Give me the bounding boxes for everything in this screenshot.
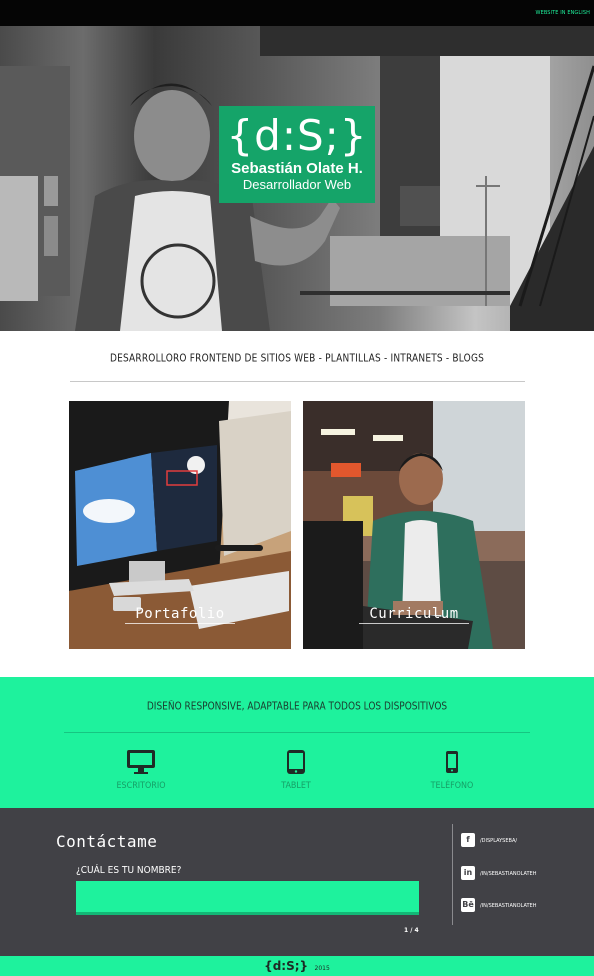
curriculum-card[interactable]: Curriculum xyxy=(303,401,525,649)
curriculum-underline xyxy=(359,623,469,624)
top-bar: WEBSITE IN ENGLISH xyxy=(0,0,594,26)
name-question-label: ¿CUÁL ES TU NOMBRE? xyxy=(76,865,182,877)
responsive-section: DISEÑO RESPONSIVE, ADAPTABLE PARA TODOS … xyxy=(0,677,594,808)
phone-icon xyxy=(446,751,458,773)
english-site-link[interactable]: WEBSITE IN ENGLISH xyxy=(536,10,590,16)
logo-box: {d:S;} Sebastián Olate H. Desarrollador … xyxy=(219,106,375,203)
social-divider xyxy=(452,824,453,925)
device-phone: TELÉFONO xyxy=(392,749,512,790)
site-logo: {d:S;} xyxy=(226,111,368,160)
curriculum-label: Curriculum xyxy=(369,606,459,622)
section-divider xyxy=(70,381,525,382)
footer: {d:S;} 2015 xyxy=(0,956,594,976)
contact-section: Contáctame ¿CUÁL ES TU NOMBRE? 1 / 4 f /… xyxy=(0,808,594,956)
behance-icon: Bē xyxy=(461,898,475,912)
hero-banner: {d:S;} Sebastián Olate H. Desarrollador … xyxy=(0,26,594,331)
responsive-title: DISEÑO RESPONSIVE, ADAPTABLE PARA TODOS … xyxy=(146,701,448,713)
device-desktop: ESCRITORIO xyxy=(81,749,201,790)
device-tablet: TABLET xyxy=(236,749,356,790)
responsive-divider xyxy=(64,732,530,733)
desktop-icon xyxy=(127,750,155,774)
social-handle-facebook: /DISPLAYSEBA/ xyxy=(480,837,518,845)
device-label-tablet: TABLET xyxy=(281,780,311,791)
social-handle-linkedin: /IN/SEBASTIANOLATEH xyxy=(480,870,537,878)
social-handle-behance: /IN/SEBASTIANOLATEH xyxy=(480,902,537,910)
linkedin-icon: in xyxy=(461,866,475,880)
owner-name: Sebastián Olate H. xyxy=(231,160,363,177)
tablet-icon xyxy=(287,750,305,774)
footer-logo: {d:S;} xyxy=(264,959,309,973)
form-step-counter: 1 / 4 xyxy=(404,927,419,934)
portfolio-label: Portafolio xyxy=(135,606,225,622)
portfolio-underline xyxy=(125,623,235,624)
device-label-desktop: ESCRITORIO xyxy=(116,780,166,791)
name-input[interactable] xyxy=(76,881,419,915)
portfolio-card[interactable]: Portafolio xyxy=(69,401,291,649)
contact-title: Contáctame xyxy=(56,832,158,851)
facebook-icon: f xyxy=(461,833,475,847)
device-label-phone: TELÉFONO xyxy=(430,780,474,791)
footer-year: 2015 xyxy=(314,965,330,972)
services-tagline: DESARROLLORO FRONTEND DE SITIOS WEB - PL… xyxy=(109,353,485,365)
owner-role: Desarrollador Web xyxy=(242,177,352,192)
